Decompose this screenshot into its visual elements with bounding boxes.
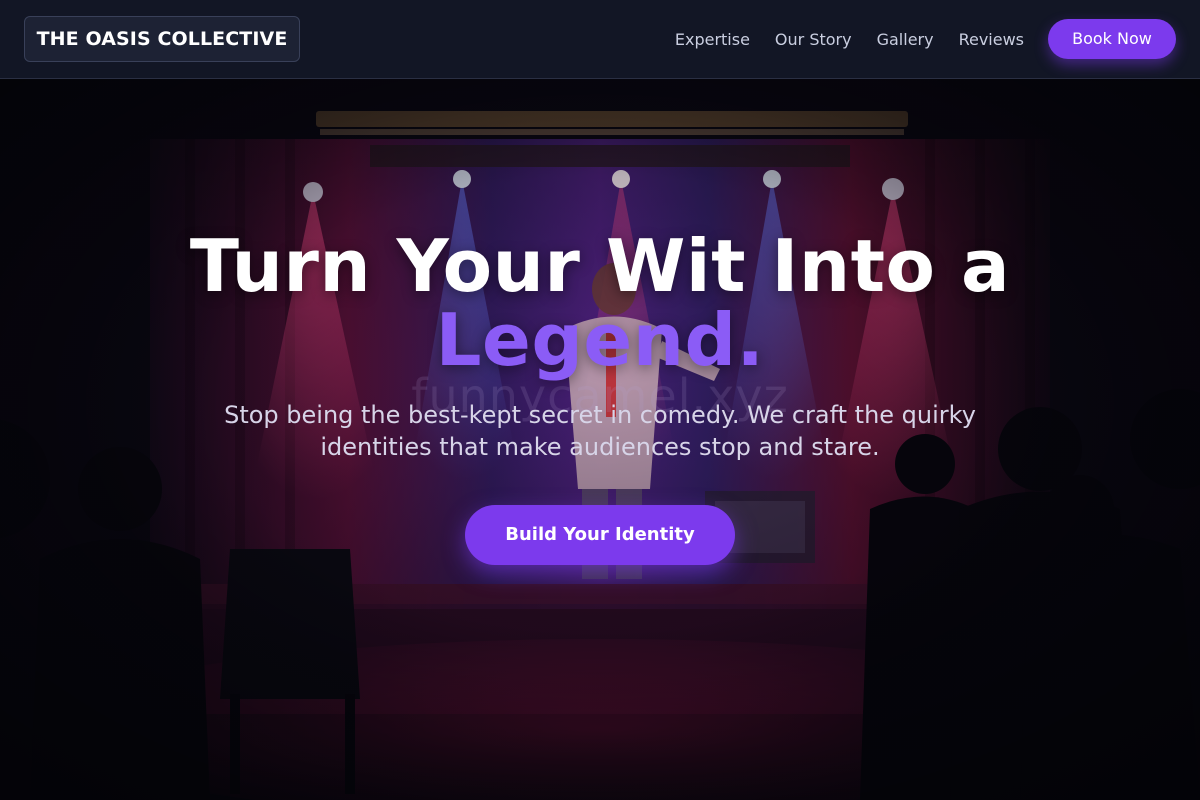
top-navbar: THE OASIS COLLECTIVE Expertise Our Story…	[0, 0, 1200, 79]
build-identity-button[interactable]: Build Your Identity	[465, 505, 735, 565]
hero-section: funnycamel.xyz Turn Your Wit Into a Lege…	[0, 79, 1200, 800]
hero-title-line1: Turn Your Wit Into a	[189, 224, 1011, 308]
nav-links: Expertise Our Story Gallery Reviews	[675, 0, 1024, 78]
brand-logo[interactable]: THE OASIS COLLECTIVE	[24, 16, 300, 62]
hero-content: Turn Your Wit Into a Legend. Stop being …	[0, 229, 1200, 565]
nav-link-reviews[interactable]: Reviews	[959, 30, 1024, 49]
hero-title-accent: Legend.	[435, 298, 765, 382]
nav-link-expertise[interactable]: Expertise	[675, 30, 750, 49]
hero-title: Turn Your Wit Into a Legend.	[0, 229, 1200, 377]
hero-subtitle: Stop being the best-kept secret in comed…	[224, 401, 976, 461]
book-now-button[interactable]: Book Now	[1048, 19, 1176, 59]
nav-link-gallery[interactable]: Gallery	[877, 30, 934, 49]
nav-link-our-story[interactable]: Our Story	[775, 30, 852, 49]
